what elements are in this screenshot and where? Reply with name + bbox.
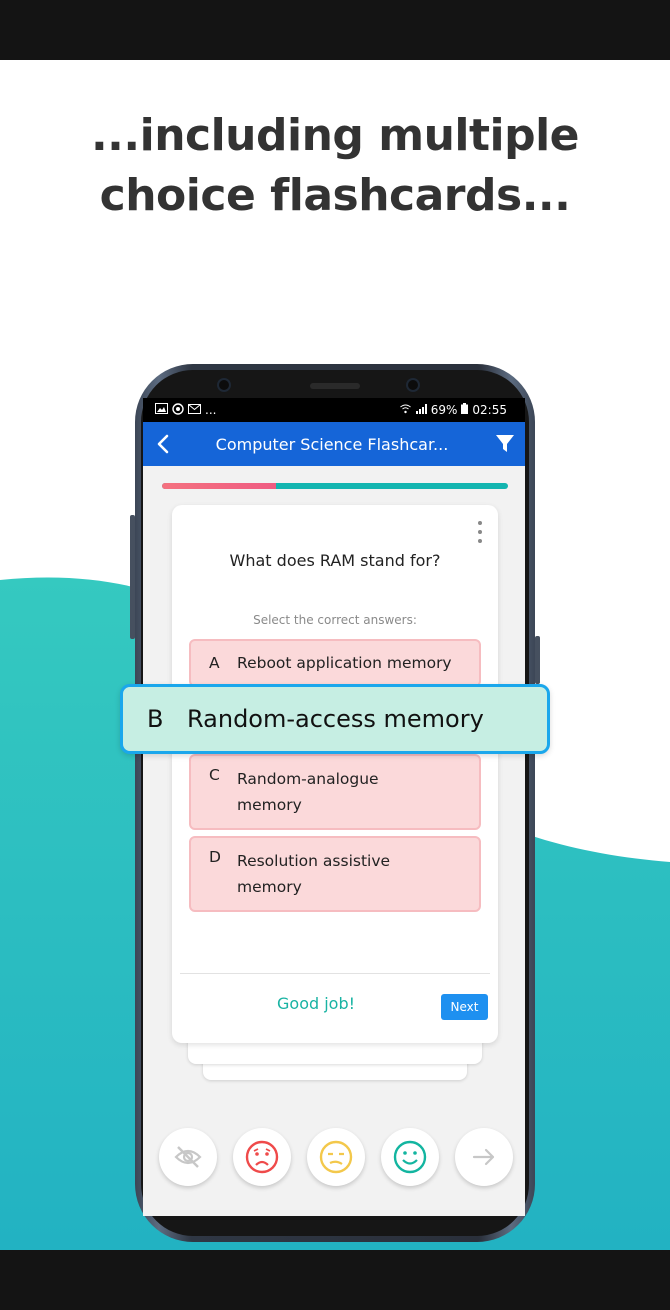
- app-bar: Computer Science Flashcar...: [143, 422, 525, 466]
- signal-icon: [415, 403, 427, 417]
- filter-button[interactable]: [485, 422, 525, 466]
- answer-option-a[interactable]: A Reboot application memory: [189, 639, 481, 687]
- hide-icon: [174, 1146, 202, 1168]
- image-icon: [155, 403, 168, 417]
- rate-easy-button[interactable]: [381, 1128, 439, 1186]
- back-button[interactable]: [143, 422, 183, 466]
- headline-line-2: choice flashcards...: [99, 170, 571, 221]
- wifi-icon: [399, 403, 411, 417]
- card-menu-button[interactable]: [476, 521, 484, 543]
- option-letter: A: [209, 654, 220, 672]
- rating-bar: [159, 1128, 513, 1188]
- mail-icon: [188, 403, 201, 417]
- neutral-face-icon: [319, 1140, 353, 1174]
- feedback-message: Good job!: [277, 994, 356, 1013]
- front-camera: [217, 378, 231, 392]
- chevron-left-icon: [157, 434, 169, 454]
- answer-option-c[interactable]: C Random-analogue memory: [189, 754, 481, 830]
- headline-line-1: ...including multiple: [90, 110, 580, 161]
- flashcard: What does RAM stand for? Select the corr…: [172, 505, 498, 1043]
- battery-percent: 69%: [430, 403, 458, 417]
- rate-hard-button[interactable]: [233, 1128, 291, 1186]
- more-vert-icon: [478, 521, 482, 525]
- option-letter: B: [147, 705, 164, 733]
- status-overflow: ...: [205, 403, 217, 417]
- clock: 02:55: [472, 403, 507, 417]
- option-text: Random-analogue memory: [237, 770, 379, 814]
- answer-option-d[interactable]: D Resolution assistive memory: [189, 836, 481, 912]
- next-button[interactable]: Next: [441, 994, 488, 1020]
- progress-fill: [162, 483, 277, 489]
- sync-icon: [172, 402, 184, 418]
- option-text: Resolution assistive memory: [237, 852, 391, 896]
- skip-card-button[interactable]: [455, 1128, 513, 1186]
- status-bar: ... 69% 02:55: [143, 398, 525, 422]
- battery-icon: [461, 403, 469, 417]
- top-letterbox: [0, 0, 670, 60]
- option-text: Reboot application memory: [237, 654, 452, 672]
- session-progress-bar: [162, 483, 508, 489]
- deck-title: Computer Science Flashcar...: [215, 434, 449, 454]
- happy-face-icon: [393, 1140, 427, 1174]
- question-text: What does RAM stand for?: [229, 551, 441, 570]
- headline: ...including multiple choice flashcards.…: [0, 106, 670, 226]
- card-divider: [180, 973, 490, 974]
- earpiece-speaker: [310, 383, 360, 389]
- phone-screen: ... 69% 02:55 Computer Science Flashcar.…: [143, 398, 525, 1216]
- bottom-letterbox: [0, 1250, 670, 1310]
- hide-card-button[interactable]: [159, 1128, 217, 1186]
- option-text: Random-access memory: [187, 705, 484, 733]
- filter-icon: [496, 435, 514, 452]
- option-letter: D: [209, 848, 221, 866]
- iris-sensor: [406, 378, 420, 392]
- rate-okay-button[interactable]: [307, 1128, 365, 1186]
- arrow-right-icon: [472, 1148, 495, 1166]
- sad-face-icon: [245, 1140, 279, 1174]
- answer-instruction: Select the correct answers:: [253, 613, 417, 627]
- phone-power-button: [535, 636, 540, 684]
- phone-volume-button: [130, 515, 135, 639]
- answer-option-b-correct[interactable]: B Random-access memory: [120, 684, 550, 754]
- option-letter: C: [209, 766, 220, 784]
